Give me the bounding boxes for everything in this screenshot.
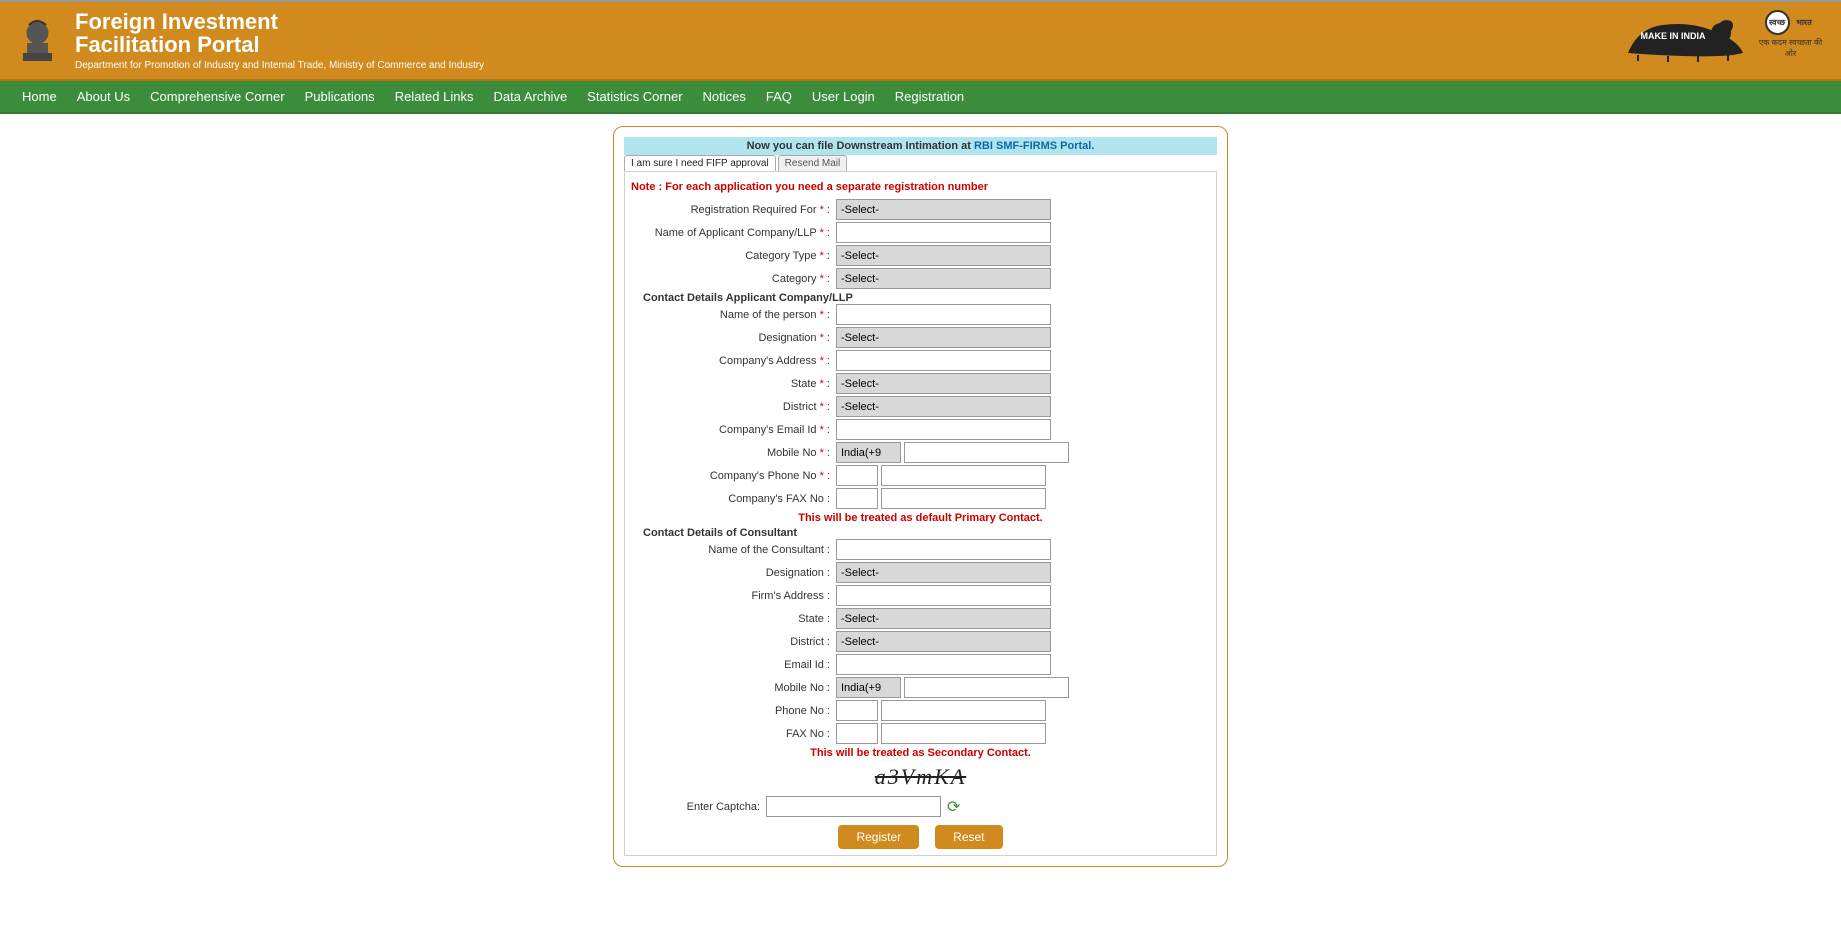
- label-designation: Designation * :: [631, 332, 836, 344]
- input-c-phone[interactable]: [881, 700, 1046, 721]
- input-person[interactable]: [836, 304, 1051, 325]
- label-reg-for: Registration Required For * :: [631, 204, 836, 216]
- nav-home[interactable]: Home: [12, 81, 67, 112]
- label-person: Name of the person * :: [631, 309, 836, 321]
- label-fax: Company's FAX No :: [631, 493, 836, 505]
- make-in-india-logo: MAKE IN INDIA: [1623, 13, 1748, 63]
- site-title: Foreign InvestmentFacilitation Portal: [75, 10, 484, 56]
- label-state: State * :: [631, 378, 836, 390]
- select-c-district[interactable]: -Select-: [836, 631, 1051, 652]
- nav-related[interactable]: Related Links: [385, 81, 484, 112]
- label-c-fax: FAX No :: [631, 728, 836, 740]
- info-banner: Now you can file Downstream Intimation a…: [624, 137, 1217, 155]
- refresh-captcha-icon[interactable]: ⟳: [947, 797, 960, 817]
- input-captcha[interactable]: [766, 796, 941, 817]
- input-c-phone-std[interactable]: [836, 700, 878, 721]
- label-c-mobile: Mobile No :: [631, 682, 836, 694]
- select-c-state[interactable]: -Select-: [836, 608, 1051, 629]
- select-c-mobile-code[interactable]: India(+91): [836, 677, 901, 698]
- make-in-india-text: MAKE IN INDIA: [1641, 31, 1707, 41]
- nav-notices[interactable]: Notices: [693, 81, 756, 112]
- label-captcha: Enter Captcha:: [631, 801, 766, 813]
- select-c-desig[interactable]: -Select-: [836, 562, 1051, 583]
- reset-button[interactable]: Reset: [935, 825, 1002, 849]
- rbi-link[interactable]: RBI SMF-FIRMS Portal.: [974, 140, 1094, 152]
- nav-login[interactable]: User Login: [802, 81, 885, 112]
- nav-archive[interactable]: Data Archive: [483, 81, 577, 112]
- input-c-mobile[interactable]: [904, 677, 1069, 698]
- captcha-image: a3VmKA: [861, 762, 981, 792]
- label-category: Category * :: [631, 273, 836, 285]
- input-fax-std[interactable]: [836, 488, 878, 509]
- site-header: Foreign InvestmentFacilitation Portal De…: [0, 0, 1841, 81]
- label-c-state: State :: [631, 613, 836, 625]
- label-c-desig: Designation :: [631, 567, 836, 579]
- header-title-block: Foreign InvestmentFacilitation Portal De…: [75, 10, 484, 71]
- form-container: Now you can file Downstream Intimation a…: [613, 126, 1228, 867]
- input-phone-std[interactable]: [836, 465, 878, 486]
- label-c-email: Email Id :: [631, 659, 836, 671]
- input-c-fax-std[interactable]: [836, 723, 878, 744]
- input-c-addr[interactable]: [836, 585, 1051, 606]
- nav-registration[interactable]: Registration: [885, 81, 974, 112]
- select-district[interactable]: -Select-: [836, 396, 1051, 417]
- input-mobile[interactable]: [904, 442, 1069, 463]
- form-tabs: I am sure I need FIFP approval Resend Ma…: [624, 155, 1217, 171]
- input-fax[interactable]: [881, 488, 1046, 509]
- select-cat-type[interactable]: -Select-: [836, 245, 1051, 266]
- label-c-phone: Phone No :: [631, 705, 836, 717]
- nav-faq[interactable]: FAQ: [756, 81, 802, 112]
- register-button[interactable]: Register: [838, 825, 919, 849]
- section-consultant: Contact Details of Consultant: [631, 527, 1210, 539]
- select-state[interactable]: -Select-: [836, 373, 1051, 394]
- label-phone: Company's Phone No * :: [631, 470, 836, 482]
- label-c-name: Name of the Consultant :: [631, 544, 836, 556]
- form-note: Note : For each application you need a s…: [631, 178, 1210, 199]
- nav-about[interactable]: About Us: [67, 81, 140, 112]
- swachh-tagline: एक कदम स्वच्छता की ओर: [1758, 37, 1823, 59]
- section-applicant: Contact Details Applicant Company/LLP: [631, 292, 1210, 304]
- swachh-bharat-logo: स्वच्छ भारत एक कदम स्वच्छता की ओर: [1758, 10, 1823, 65]
- label-district: District * :: [631, 401, 836, 413]
- label-c-district: District :: [631, 636, 836, 648]
- secondary-contact-note: This will be treated as Secondary Contac…: [631, 747, 1210, 759]
- primary-contact-note: This will be treated as default Primary …: [631, 512, 1210, 524]
- nav-publications[interactable]: Publications: [295, 81, 385, 112]
- input-company[interactable]: [836, 222, 1051, 243]
- select-category[interactable]: -Select-: [836, 268, 1051, 289]
- input-address[interactable]: [836, 350, 1051, 371]
- select-reg-for[interactable]: -Select-: [836, 199, 1051, 220]
- input-phone[interactable]: [881, 465, 1046, 486]
- national-emblem-icon: [15, 13, 60, 68]
- input-c-name[interactable]: [836, 539, 1051, 560]
- label-company: Name of Applicant Company/LLP * :: [631, 227, 836, 239]
- main-nav: Home About Us Comprehensive Corner Publi…: [0, 81, 1841, 114]
- swachh-circle-2: भारत: [1792, 10, 1817, 35]
- nav-statistics[interactable]: Statistics Corner: [577, 81, 692, 112]
- registration-form: Note : For each application you need a s…: [624, 171, 1217, 856]
- tab-resend-mail[interactable]: Resend Mail: [778, 155, 848, 171]
- header-logos: MAKE IN INDIA स्वच्छ भारत एक कदम स्वच्छत…: [1623, 10, 1823, 65]
- select-designation[interactable]: -Select-: [836, 327, 1051, 348]
- label-mobile: Mobile No * :: [631, 447, 836, 459]
- select-mobile-code[interactable]: India(+91): [836, 442, 901, 463]
- label-address: Company's Address * :: [631, 355, 836, 367]
- input-c-email[interactable]: [836, 654, 1051, 675]
- site-subtitle: Department for Promotion of Industry and…: [75, 60, 484, 71]
- input-email[interactable]: [836, 419, 1051, 440]
- nav-comprehensive[interactable]: Comprehensive Corner: [140, 81, 294, 112]
- label-c-addr: Firm's Address :: [631, 590, 836, 602]
- input-c-fax[interactable]: [881, 723, 1046, 744]
- label-email: Company's Email Id * :: [631, 424, 836, 436]
- tab-fifp-approval[interactable]: I am sure I need FIFP approval: [624, 155, 776, 171]
- swachh-circle-1: स्वच्छ: [1765, 10, 1790, 35]
- label-cat-type: Category Type * :: [631, 250, 836, 262]
